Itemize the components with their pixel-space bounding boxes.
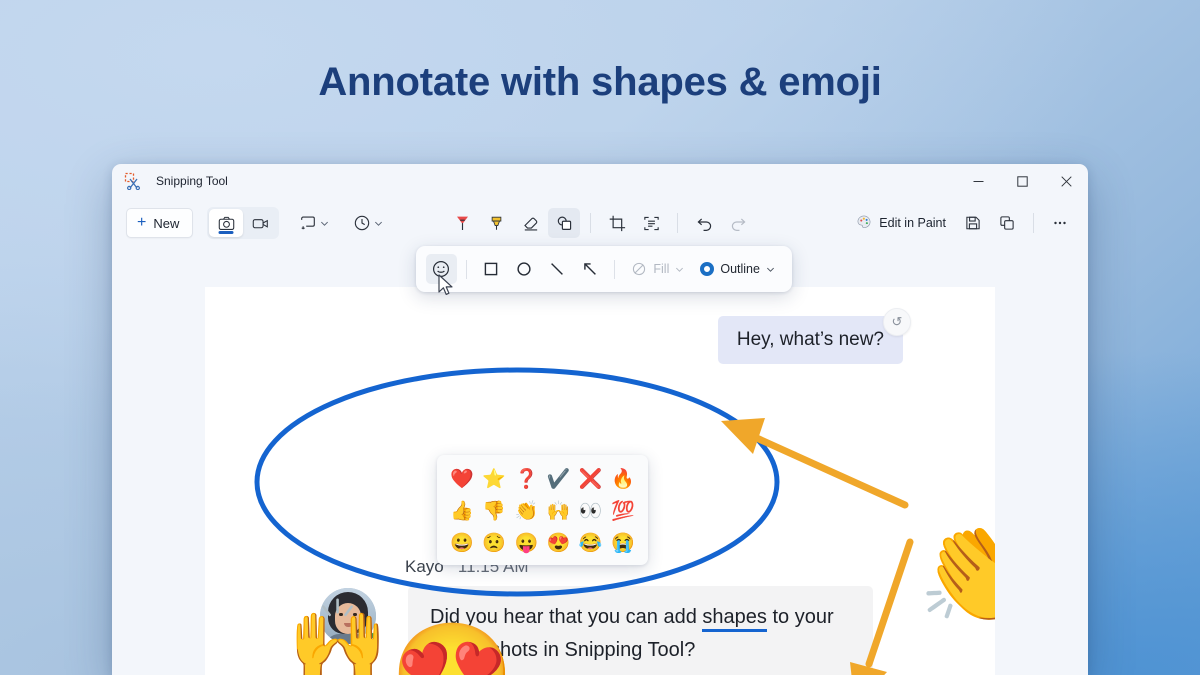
chevron-down-icon — [374, 219, 383, 228]
delay-dropdown[interactable] — [349, 208, 387, 238]
placed-emoji-raising-hands[interactable]: 🙌 — [288, 594, 388, 675]
emoji-row: 👍 👎 👏 🙌 👀 💯 — [444, 495, 641, 527]
shapes-flyout-toolbar: Fill Outline — [416, 246, 792, 292]
app-title: Snipping Tool — [156, 174, 228, 188]
shapes-tool[interactable] — [548, 208, 580, 238]
fill-dropdown[interactable]: Fill — [624, 254, 691, 284]
save-icon[interactable] — [957, 208, 989, 238]
snip-mode-video[interactable] — [243, 209, 277, 237]
emoji-raising-hands[interactable]: 🙌 — [544, 496, 574, 526]
annotation-arrow-1-head — [721, 418, 765, 454]
new-button[interactable]: + New — [126, 208, 193, 238]
highlighter-tool[interactable] — [480, 208, 512, 238]
toolbar-divider — [677, 213, 678, 233]
emoji-fire[interactable]: 🔥 — [608, 464, 638, 494]
new-button-label: New — [153, 216, 179, 231]
edit-in-paint-label: Edit in Paint — [879, 216, 946, 230]
toolbar-divider — [590, 213, 591, 233]
emoji-heart[interactable]: ❤️ — [447, 464, 477, 494]
paint-icon — [856, 214, 872, 233]
square-icon[interactable] — [476, 254, 507, 284]
placed-emoji-heart-eyes[interactable]: 😍 — [390, 625, 515, 675]
title-bar: Snipping Tool — [112, 164, 1088, 198]
text-actions-tool[interactable] — [635, 208, 667, 238]
chevron-down-icon — [675, 265, 684, 274]
page-title: Annotate with shapes & emoji — [0, 60, 1200, 105]
snip-shape-dropdown[interactable] — [295, 208, 333, 238]
ballpoint-pen-tool[interactable] — [446, 208, 478, 238]
emoji-thumbs-up[interactable]: 👍 — [447, 496, 477, 526]
plus-icon: + — [137, 215, 146, 231]
no-fill-icon — [631, 261, 647, 277]
snipping-tool-icon — [124, 172, 142, 190]
minimize-icon[interactable] — [956, 164, 1000, 198]
maximize-icon[interactable] — [1000, 164, 1044, 198]
chevron-down-icon — [766, 265, 775, 274]
emoji-joy[interactable]: 😂 — [576, 528, 606, 558]
snip-mode-camera[interactable] — [209, 209, 243, 237]
annotation-arrow-2-shaft — [869, 542, 910, 664]
incoming-text-underlined: shapes — [702, 606, 767, 632]
emoji-thumbs-down[interactable]: 👎 — [479, 496, 509, 526]
emoji-star[interactable]: ⭐ — [479, 464, 509, 494]
outline-color-swatch — [700, 262, 714, 276]
emoji-clap[interactable]: 👏 — [511, 496, 541, 526]
line-icon[interactable] — [542, 254, 573, 284]
emoji-sob[interactable]: 😭 — [608, 528, 638, 558]
flyout-divider — [614, 260, 615, 279]
emoji-question[interactable]: ❓ — [511, 464, 541, 494]
emoji-tongue[interactable]: 😛 — [511, 528, 541, 558]
window-controls — [956, 164, 1088, 198]
redo-button[interactable] — [722, 208, 754, 238]
snipping-tool-window: Snipping Tool + New — [112, 164, 1088, 675]
toolbar-right-group: Edit in Paint — [847, 208, 1076, 238]
emoji-eyes[interactable]: 👀 — [576, 496, 606, 526]
message-reaction-badge[interactable]: ↺ — [883, 308, 911, 336]
close-icon[interactable] — [1044, 164, 1088, 198]
emoji-check[interactable]: ✔️ — [544, 464, 574, 494]
emoji-row: 😀 😟 😛 😍 😂 😭 — [444, 527, 641, 559]
placed-emoji-clap[interactable]: 👏 — [917, 519, 995, 623]
crop-tool[interactable] — [601, 208, 633, 238]
annotation-tools — [446, 208, 754, 238]
fill-label: Fill — [653, 262, 669, 276]
capture-mode-group — [207, 207, 279, 239]
emoji-frown[interactable]: 😟 — [479, 528, 509, 558]
emoji-row: ❤️ ⭐ ❓ ✔️ ❌ 🔥 — [444, 463, 641, 495]
emoji-cross[interactable]: ❌ — [576, 464, 606, 494]
arrow-icon[interactable] — [575, 254, 606, 284]
toolbar-divider — [1033, 213, 1034, 233]
flyout-divider — [466, 260, 467, 279]
emoji-heart-eyes[interactable]: 😍 — [544, 528, 574, 558]
outline-dropdown[interactable]: Outline — [693, 254, 782, 284]
undo-button[interactable] — [688, 208, 720, 238]
emoji-picker-popup[interactable]: ❤️ ⭐ ❓ ✔️ ❌ 🔥 👍 👎 👏 🙌 👀 💯 😀 😟 😛 😍 — [437, 455, 648, 565]
main-toolbar: + New — [112, 198, 1088, 248]
circle-icon[interactable] — [509, 254, 540, 284]
eraser-tool[interactable] — [514, 208, 546, 238]
annotation-arrow-1-shaft — [750, 435, 905, 505]
copy-icon[interactable] — [991, 208, 1023, 238]
edit-in-paint-button[interactable]: Edit in Paint — [847, 208, 955, 238]
emoji-grin[interactable]: 😀 — [447, 528, 477, 558]
ellipsis-icon[interactable] — [1044, 208, 1076, 238]
emoji-hundred[interactable]: 💯 — [608, 496, 638, 526]
mouse-cursor-icon — [437, 274, 455, 303]
outline-label: Outline — [720, 262, 760, 276]
chevron-down-icon — [320, 219, 329, 228]
chat-bubble-outgoing-top: Hey, what’s new? — [718, 316, 903, 364]
